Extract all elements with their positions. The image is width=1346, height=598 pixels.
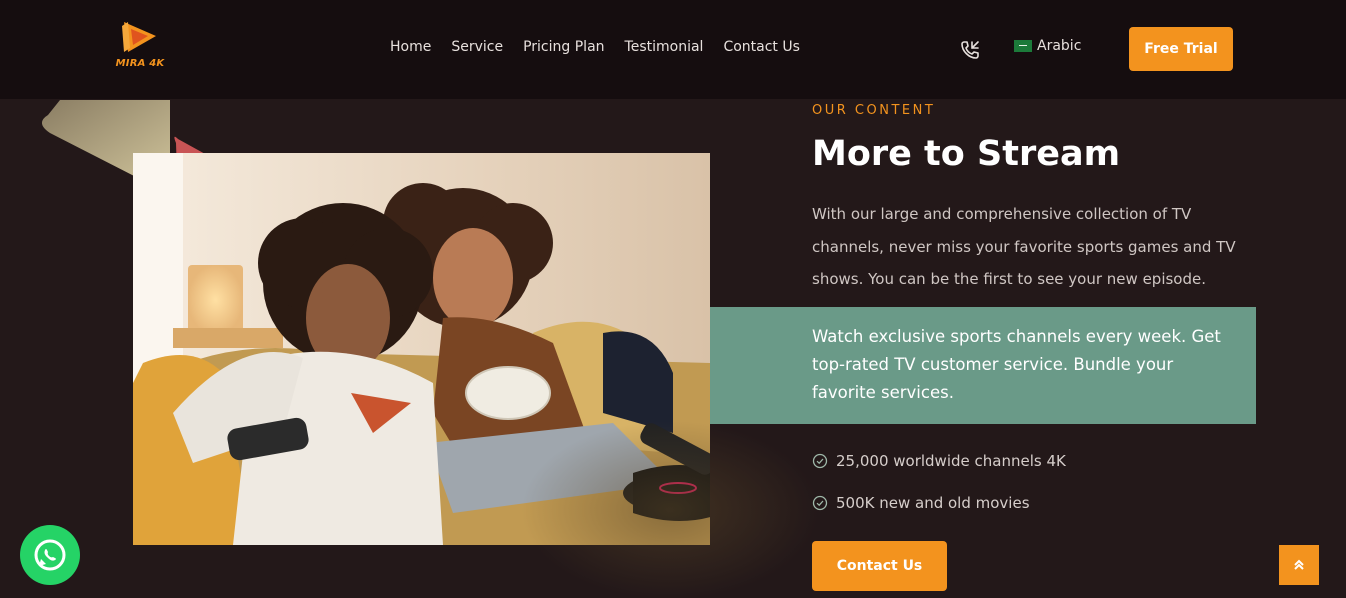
section-eyebrow: OUR CONTENT [812, 103, 936, 118]
nav-service[interactable]: Service [451, 38, 503, 56]
feature-item: 500K new and old movies [812, 489, 1066, 517]
site-header: MIRA 4K Home Service Pricing Plan Testim… [0, 0, 1346, 99]
section-title: More to Stream [812, 134, 1121, 174]
nav-home[interactable]: Home [390, 38, 431, 56]
site-logo[interactable]: MIRA 4K [115, 18, 165, 78]
check-circle-icon [812, 453, 828, 469]
highlight-text: Watch exclusive sports channels every we… [812, 327, 1221, 402]
check-circle-icon [812, 495, 828, 511]
logo-play-icon [122, 22, 156, 52]
nav-testimonial[interactable]: Testimonial [625, 38, 704, 56]
saudi-flag-icon [1014, 40, 1032, 52]
main-nav: Home Service Pricing Plan Testimonial Co… [390, 38, 800, 56]
logo-text: MIRA 4K [115, 58, 165, 69]
double-chevron-up-icon [1294, 559, 1304, 570]
feature-item: 25,000 worldwide channels 4K [812, 447, 1066, 475]
free-trial-button[interactable]: Free Trial [1129, 27, 1233, 71]
feature-list: 25,000 worldwide channels 4K 500K new an… [812, 447, 1066, 531]
section-description: With our large and comprehensive collect… [812, 205, 1236, 288]
feature-label: 500K new and old movies [836, 494, 1030, 512]
whatsapp-button[interactable] [20, 525, 80, 585]
nav-contact-us[interactable]: Contact Us [723, 38, 799, 56]
nav-pricing-plan[interactable]: Pricing Plan [523, 38, 604, 56]
page: MIRA 4K Home Service Pricing Plan Testim… [0, 0, 1346, 598]
language-switcher[interactable]: Arabic [1014, 38, 1081, 54]
background-glow [520, 420, 820, 598]
phone-call-icon[interactable] [959, 39, 981, 61]
language-label: Arabic [1037, 38, 1082, 54]
feature-label: 25,000 worldwide channels 4K [836, 452, 1066, 470]
contact-us-button[interactable]: Contact Us [812, 541, 947, 591]
scroll-to-top-button[interactable] [1279, 545, 1319, 585]
highlight-box: Watch exclusive sports channels every we… [710, 307, 1256, 424]
whatsapp-icon [34, 539, 66, 571]
